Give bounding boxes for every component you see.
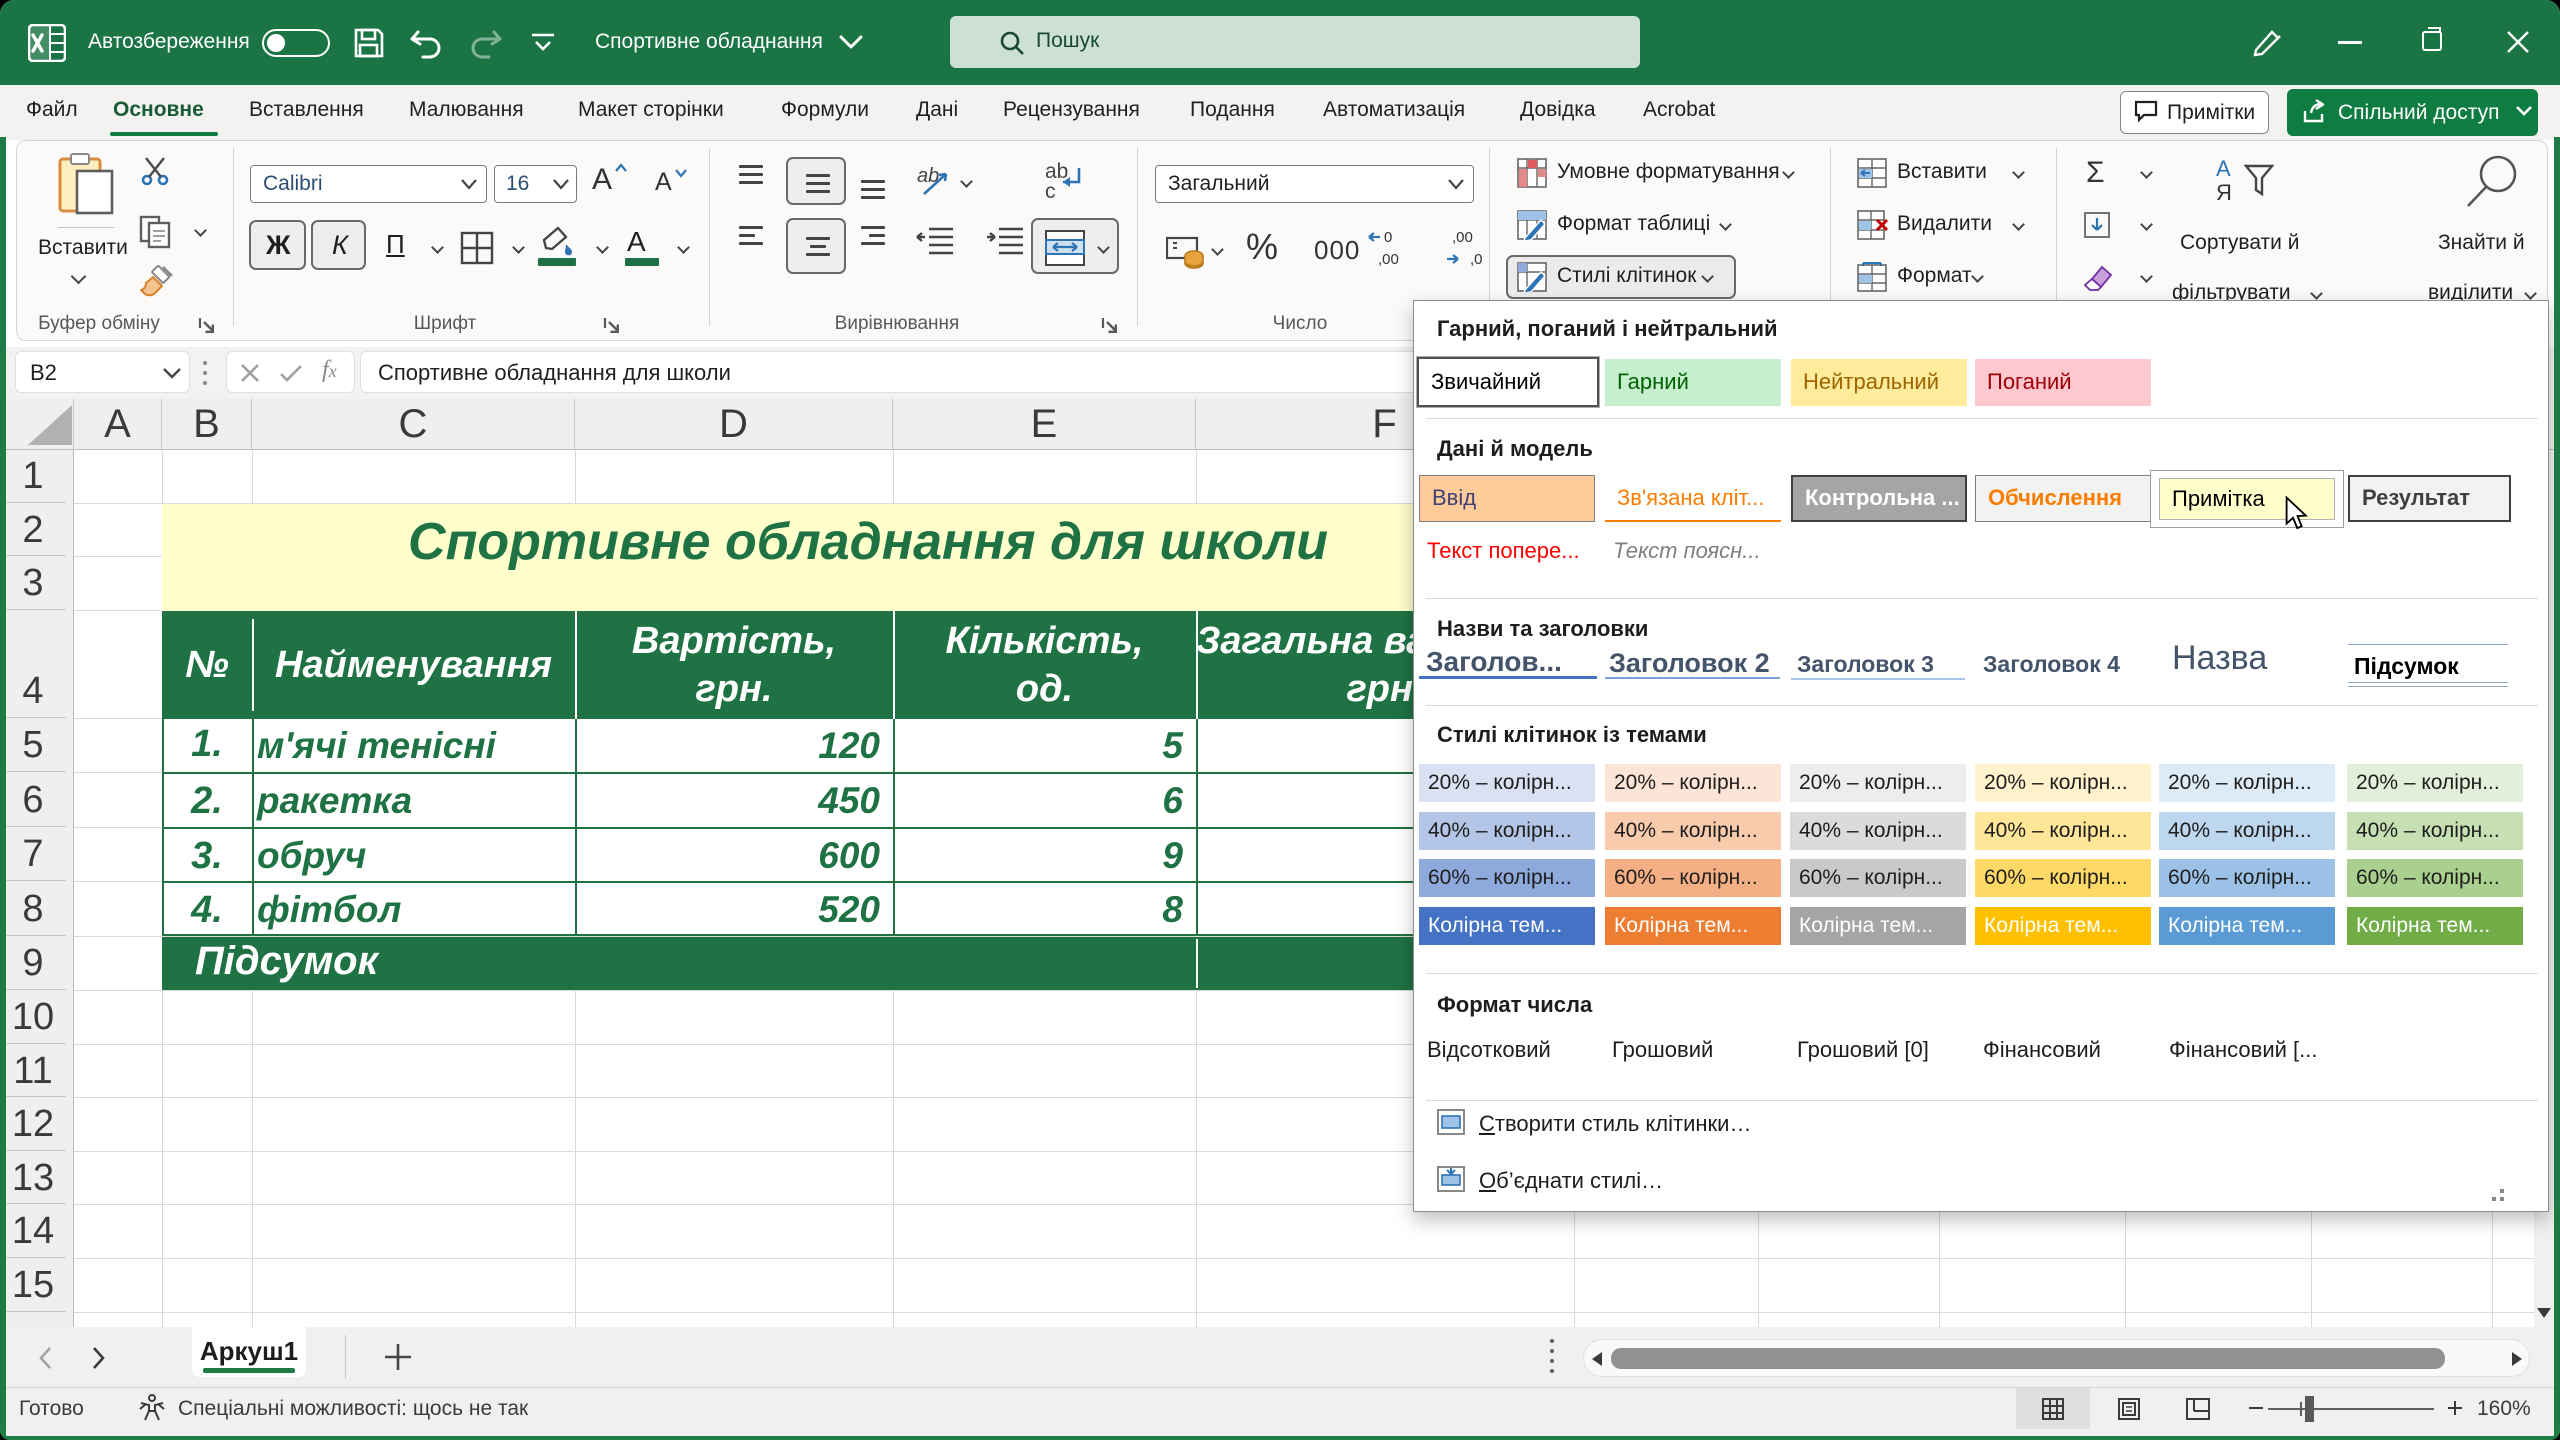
svg-text:,0: ,0: [1470, 251, 1483, 268]
svg-text:c: c: [1045, 180, 1056, 203]
svg-text:,00: ,00: [1452, 229, 1473, 246]
svg-text:А: А: [2216, 156, 2231, 181]
svg-text:Я: Я: [2216, 180, 2232, 205]
svg-text:0: 0: [1384, 229, 1392, 246]
svg-text:,00: ,00: [1378, 251, 1399, 268]
